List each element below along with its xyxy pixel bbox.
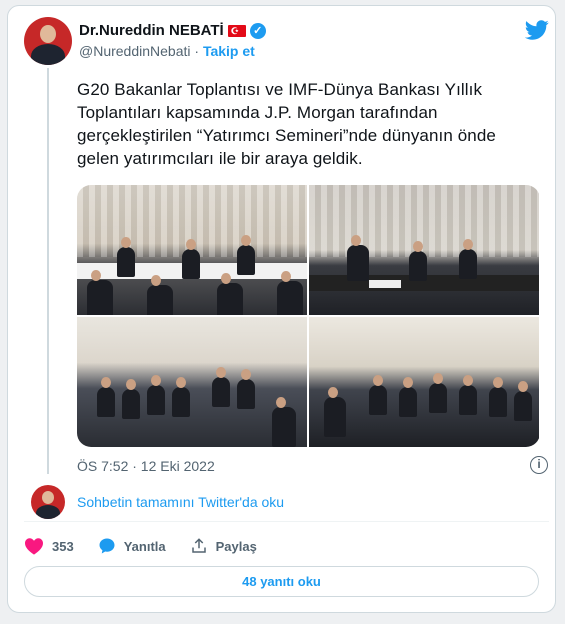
twitter-bird-icon[interactable] [525, 18, 549, 42]
thread-line [47, 68, 49, 474]
tweet-text: G20 Bakanlar Toplantısı ve IMF-Dünya Ban… [77, 80, 496, 168]
author-handle-line: @NureddinNebati · Takip et [79, 43, 255, 59]
action-bar: 353 Yanıtla Paylaş [24, 537, 281, 555]
heart-icon [25, 538, 43, 555]
author-name[interactable]: Dr.Nureddin NEBATİ ☪ ✓ [79, 22, 266, 39]
read-replies-button[interactable]: 48 yanıtı oku [24, 566, 539, 597]
handle-separator: · [194, 43, 200, 59]
tweet-photo-2[interactable] [309, 185, 539, 315]
share-button[interactable]: Paylaş [190, 537, 257, 555]
turkish-flag-icon: ☪ [227, 24, 246, 37]
share-icon [191, 538, 206, 553]
like-button[interactable]: 353 [24, 537, 74, 555]
follow-button[interactable]: Takip et [203, 43, 255, 59]
share-label: Paylaş [215, 538, 257, 554]
reply-label: Yanıtla [123, 538, 166, 554]
tweet-photo-4[interactable] [309, 317, 539, 447]
flag-crescent: ☪ [230, 25, 239, 36]
divider [24, 521, 549, 522]
tweet-photo-3[interactable] [77, 317, 307, 447]
author-handle[interactable]: @NureddinNebati [79, 43, 191, 59]
reply-bubble-icon [99, 538, 115, 554]
photo-grid [77, 185, 540, 447]
info-icon[interactable]: i [530, 456, 548, 474]
reply-button[interactable]: Yanıtla [98, 537, 166, 555]
conversation-link[interactable]: Sohbetin tamamını Twitter'da oku [77, 494, 284, 510]
verified-badge-icon: ✓ [249, 22, 266, 39]
conversation-avatar[interactable] [31, 485, 65, 519]
tweet-photo-1[interactable] [77, 185, 307, 315]
author-avatar[interactable] [24, 17, 72, 65]
tweet-timestamp[interactable]: ÖS 7:52 · 12 Eki 2022 [77, 458, 215, 474]
author-name-text[interactable]: Dr.Nureddin NEBATİ [79, 22, 224, 39]
like-count: 353 [52, 538, 74, 554]
